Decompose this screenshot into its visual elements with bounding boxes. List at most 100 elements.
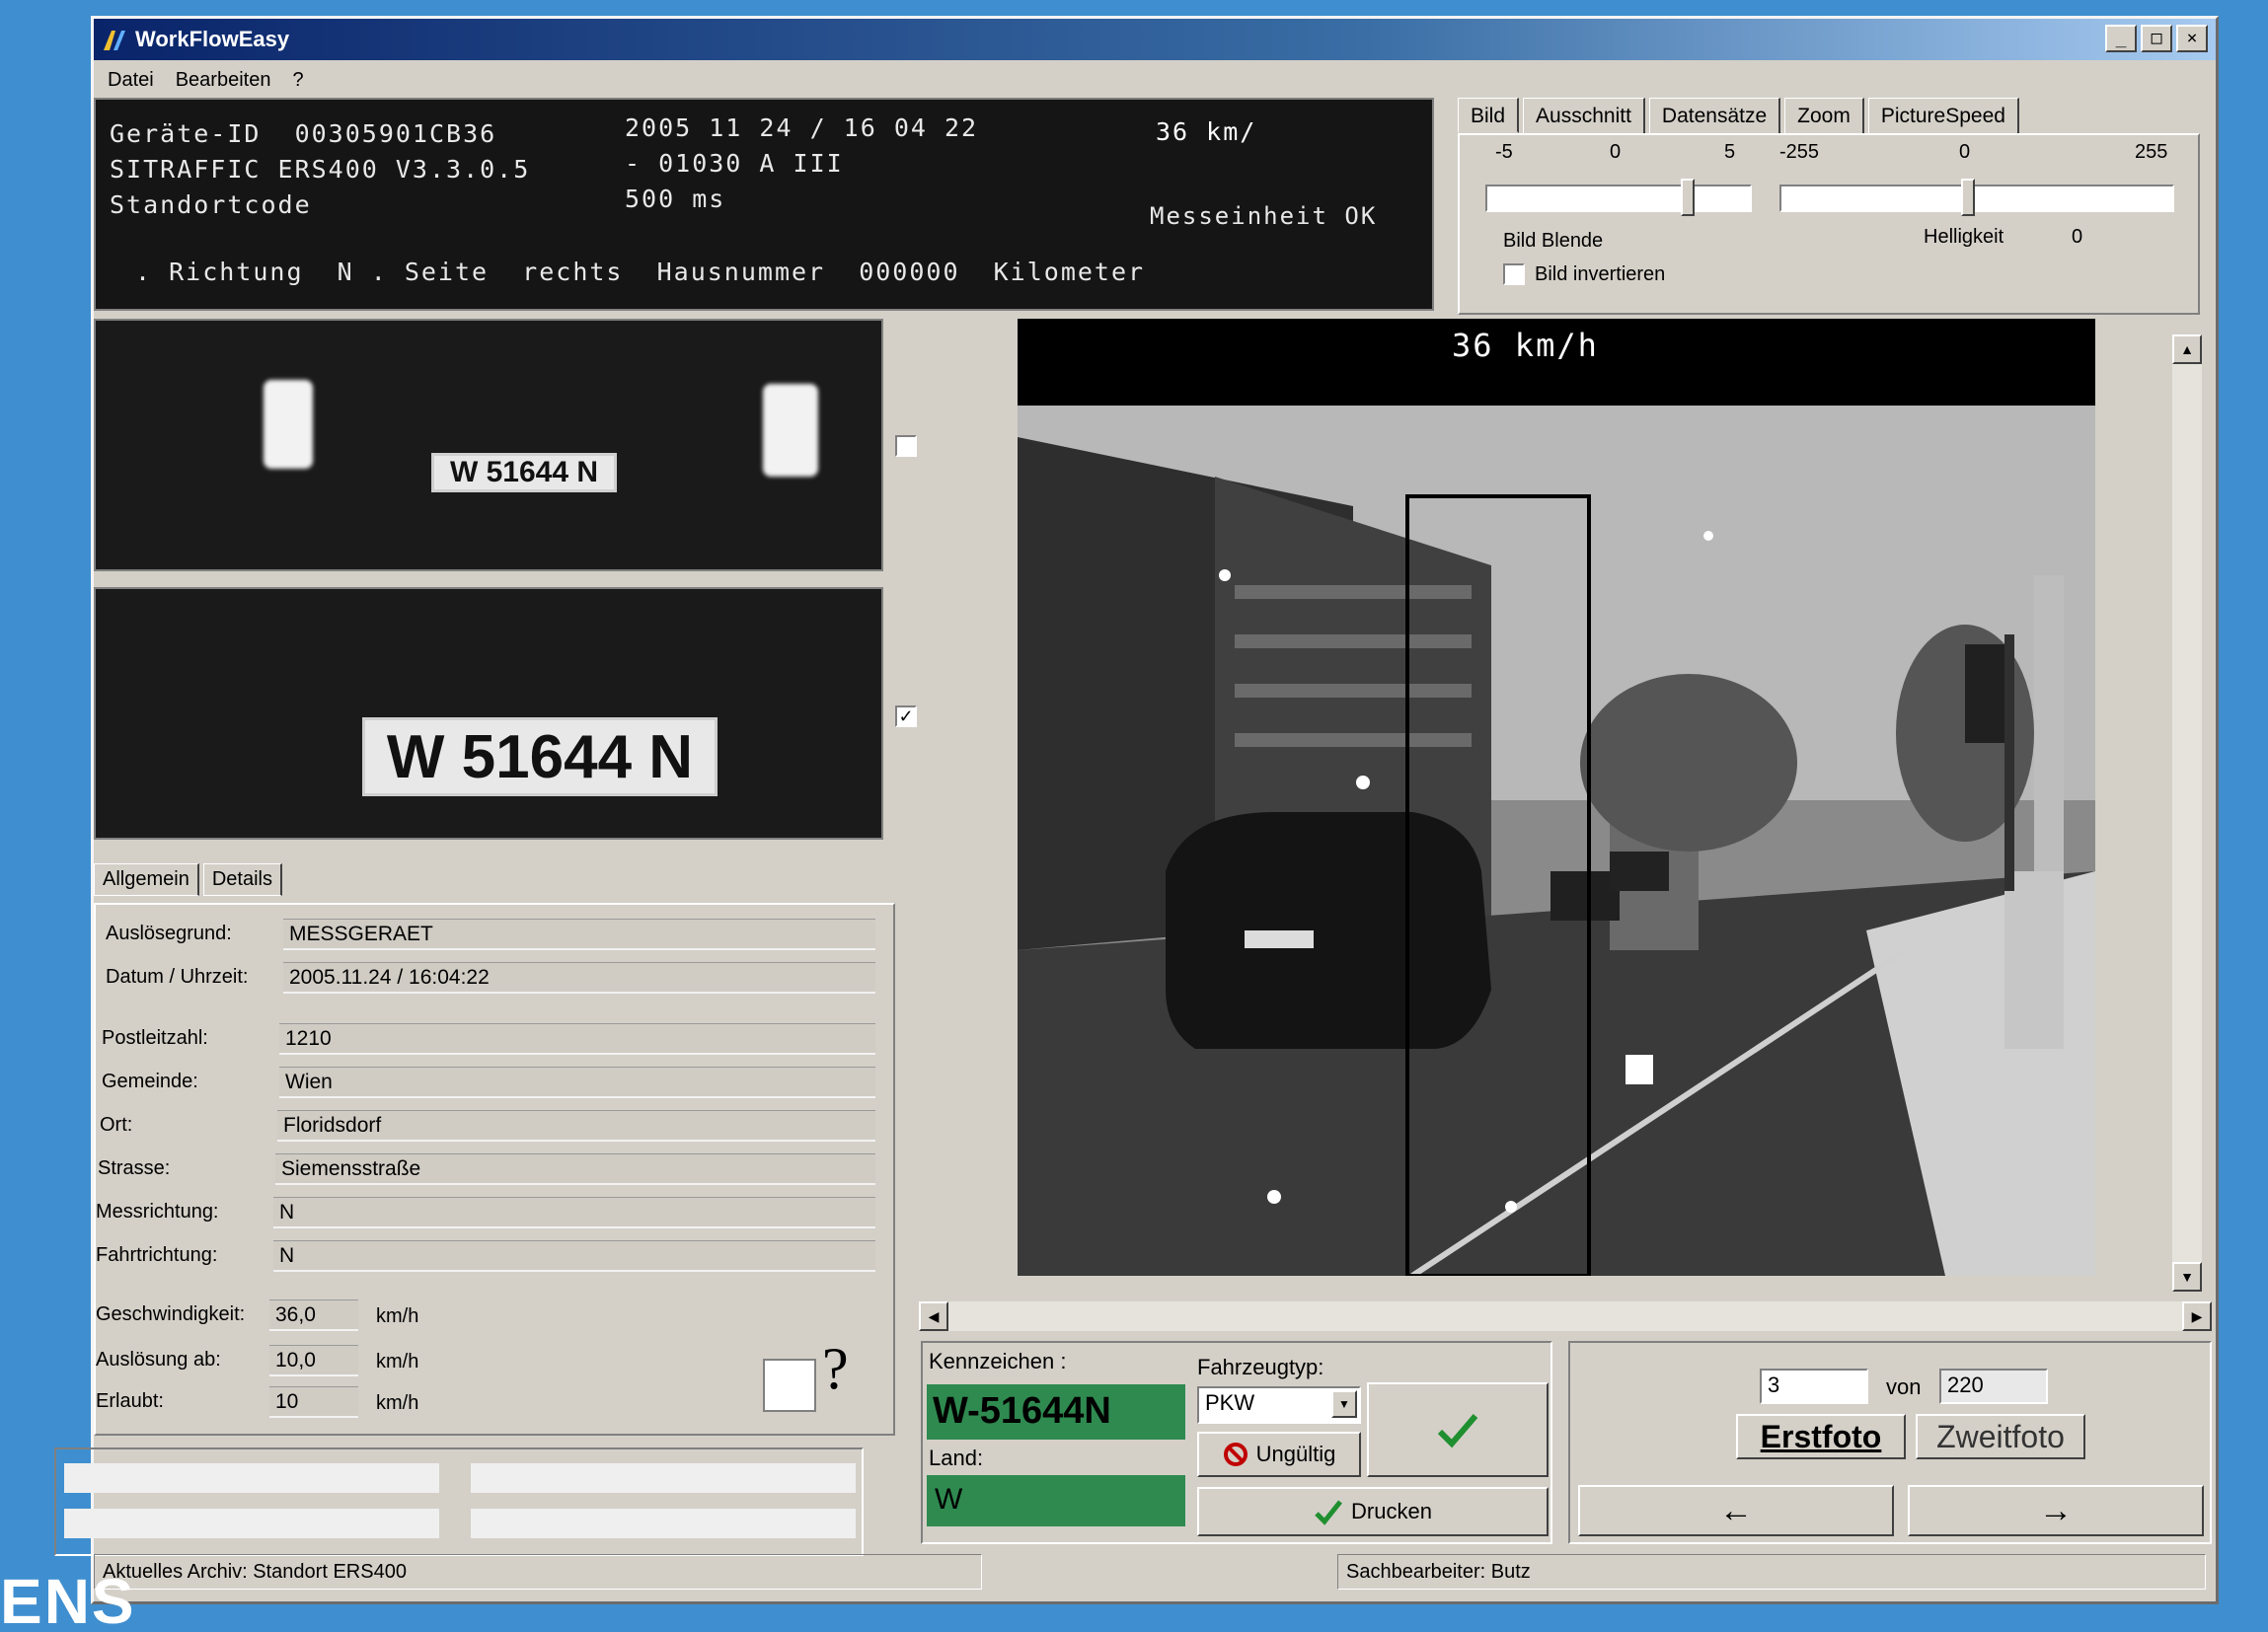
helligkeit-min: -255 [1779,141,1820,163]
photo-index-field[interactable]: 3 [1760,1369,1868,1404]
scroll-left-arrow[interactable]: ◀ [919,1301,948,1331]
note-field-1[interactable] [64,1463,439,1493]
plate-top-text: W 51644 N [431,453,617,492]
field-label: Gemeinde: [102,1071,198,1092]
measurement-header: Geräte-ID 00305901CB36 SITRAFFIC ERS400 … [94,98,1434,311]
field-datum[interactable]: 2005.11.24 / 16:04:22 [283,962,875,994]
notes-area [54,1447,864,1556]
helligkeit-value: 0 [2072,226,2083,248]
title-bar[interactable]: WorkFlowEasy _ □ × [94,19,2216,60]
plate-crop-top[interactable]: W 51644 N [94,319,883,571]
maximize-button[interactable]: □ [2141,25,2172,52]
brand-logo-text: ENS [0,1566,136,1632]
image-settings-panel: Bild Ausschnitt Datensätze Zoom PictureS… [1458,98,2204,325]
blende-min: -5 [1495,141,1513,163]
tab-bild[interactable]: Bild [1458,98,1520,133]
scroll-down-arrow[interactable]: ▼ [2172,1262,2202,1292]
kennzeichen-field[interactable]: W-51644N [927,1384,1185,1440]
blende-label: Bild Blende [1503,230,1604,252]
scroll-right-arrow[interactable]: ▶ [2182,1301,2212,1331]
helligkeit-slider[interactable] [1779,185,2174,212]
speed-label: Auslösung ab: [96,1349,221,1371]
erstfoto-button[interactable]: Erstfoto [1736,1414,1906,1459]
checkmark-icon [1315,1500,1342,1525]
field-row: Ort: Floridsdorf [96,1110,885,1142]
photo-hscrollbar[interactable]: ◀ ▶ [919,1301,2212,1331]
tab-allgemein[interactable]: Allgemein [94,863,199,896]
field-ausloesung-ab[interactable]: 10,0 [269,1345,358,1376]
menu-help[interactable]: ? [292,69,303,92]
tab-ausschnitt[interactable]: Ausschnitt [1523,98,1645,133]
fahrzeugtyp-select[interactable]: PKW ▼ [1197,1386,1361,1424]
close-button[interactable]: × [2176,25,2208,52]
headlight-left [264,380,313,469]
speed-label: Erlaubt: [96,1390,164,1412]
note-field-2[interactable] [471,1463,856,1493]
field-row: Gemeinde: Wien [96,1067,885,1098]
plate-bottom-checkbox[interactable]: ✓ [895,705,917,727]
status-user: Sachbearbeiter: Butz [1337,1554,2206,1590]
blende-slider[interactable] [1485,185,1752,212]
ungueltig-label: Ungültig [1255,1442,1336,1466]
tab-datensaetze[interactable]: Datensätze [1648,98,1781,133]
standortcode: Standortcode [110,190,312,219]
system-version: SITRAFFIC ERS400 V3.3.0.5 [110,155,531,184]
kennzeichen-label: Kennzeichen : [929,1349,1067,1373]
speed-display: 36 km/ [1156,117,1257,146]
field-ausloesegrund[interactable]: MESSGERAET [283,919,875,950]
field-strasse[interactable]: Siemensstraße [275,1153,875,1185]
status-bar: Aktuelles Archiv: Standort ERS400 Sachbe… [94,1554,2216,1594]
scene-graphic [1018,406,2095,1276]
field-label: Datum / Uhrzeit: [106,966,249,988]
field-geschwindigkeit[interactable]: 36,0 [269,1299,358,1331]
chevron-down-icon[interactable]: ▼ [1331,1390,1357,1418]
measure-ms: 500 ms [625,185,726,213]
field-erlaubt[interactable]: 10 [269,1386,358,1418]
tab-zoom[interactable]: Zoom [1784,98,1864,133]
tab-details[interactable]: Details [202,863,282,896]
invert-checkbox[interactable] [1503,263,1525,285]
helligkeit-slider-thumb[interactable] [1961,179,1975,216]
note-field-3[interactable] [64,1509,439,1538]
plate-top-checkbox[interactable] [895,435,917,457]
confirm-button[interactable] [1367,1382,1549,1477]
note-field-4[interactable] [471,1509,856,1538]
von-label: von [1886,1374,1922,1399]
blende-max: 5 [1724,141,1736,163]
help-icon[interactable]: ? [822,1335,849,1403]
scene-photo[interactable]: 36 km/h [1018,319,2095,1276]
field-messrichtung[interactable]: N [273,1197,875,1228]
field-gemeinde[interactable]: Wien [279,1067,875,1098]
menu-datei[interactable]: Datei [108,69,154,92]
field-row: Strasse: Siemensstraße [96,1153,885,1185]
menu-bearbeiten[interactable]: Bearbeiten [176,69,271,92]
field-row: Auslösegrund: MESSGERAET [96,919,885,950]
zweitfoto-button[interactable]: Zweitfoto [1916,1414,2085,1459]
tab-bild-page: -5 0 5 Bild Blende Bild invertieren -255… [1458,133,2200,315]
tab-picturespeed[interactable]: PictureSpeed [1867,98,2019,133]
field-postleitzahl[interactable]: 1210 [279,1023,875,1055]
plate-crop-bottom[interactable]: W 51644 N [94,587,883,840]
photo-vscrollbar[interactable]: ▲ ▼ [2172,334,2202,1292]
drucken-button[interactable]: Drucken [1197,1487,1549,1536]
ungueltig-button[interactable]: Ungültig [1197,1432,1361,1477]
field-fahrtrichtung[interactable]: N [273,1240,875,1272]
geraete-id: Geräte-ID 00305901CB36 [110,119,497,148]
speed-label: Geschwindigkeit: [96,1303,246,1325]
photo-speed: 36 km/h [1452,327,1599,364]
help-checkbox[interactable] [763,1359,816,1412]
status-archiv: Aktuelles Archiv: Standort ERS400 [94,1554,982,1590]
field-label: Strasse: [98,1157,171,1179]
next-photo-button[interactable]: → [1908,1485,2204,1536]
minimize-button[interactable]: _ [2105,25,2137,52]
location-line: . Richtung N . Seite rechts Hausnummer 0… [135,258,1146,286]
blende-slider-thumb[interactable] [1681,179,1695,216]
measure-code: - 01030 A III [625,149,844,178]
prev-photo-button[interactable]: ← [1578,1485,1894,1536]
photo-total-field: 220 [1939,1369,2048,1404]
helligkeit-mid: 0 [1959,141,1971,163]
field-label: Fahrtrichtung: [96,1244,218,1266]
land-field[interactable]: W [927,1475,1185,1526]
scroll-up-arrow[interactable]: ▲ [2172,334,2202,364]
field-ort[interactable]: Floridsdorf [277,1110,875,1142]
